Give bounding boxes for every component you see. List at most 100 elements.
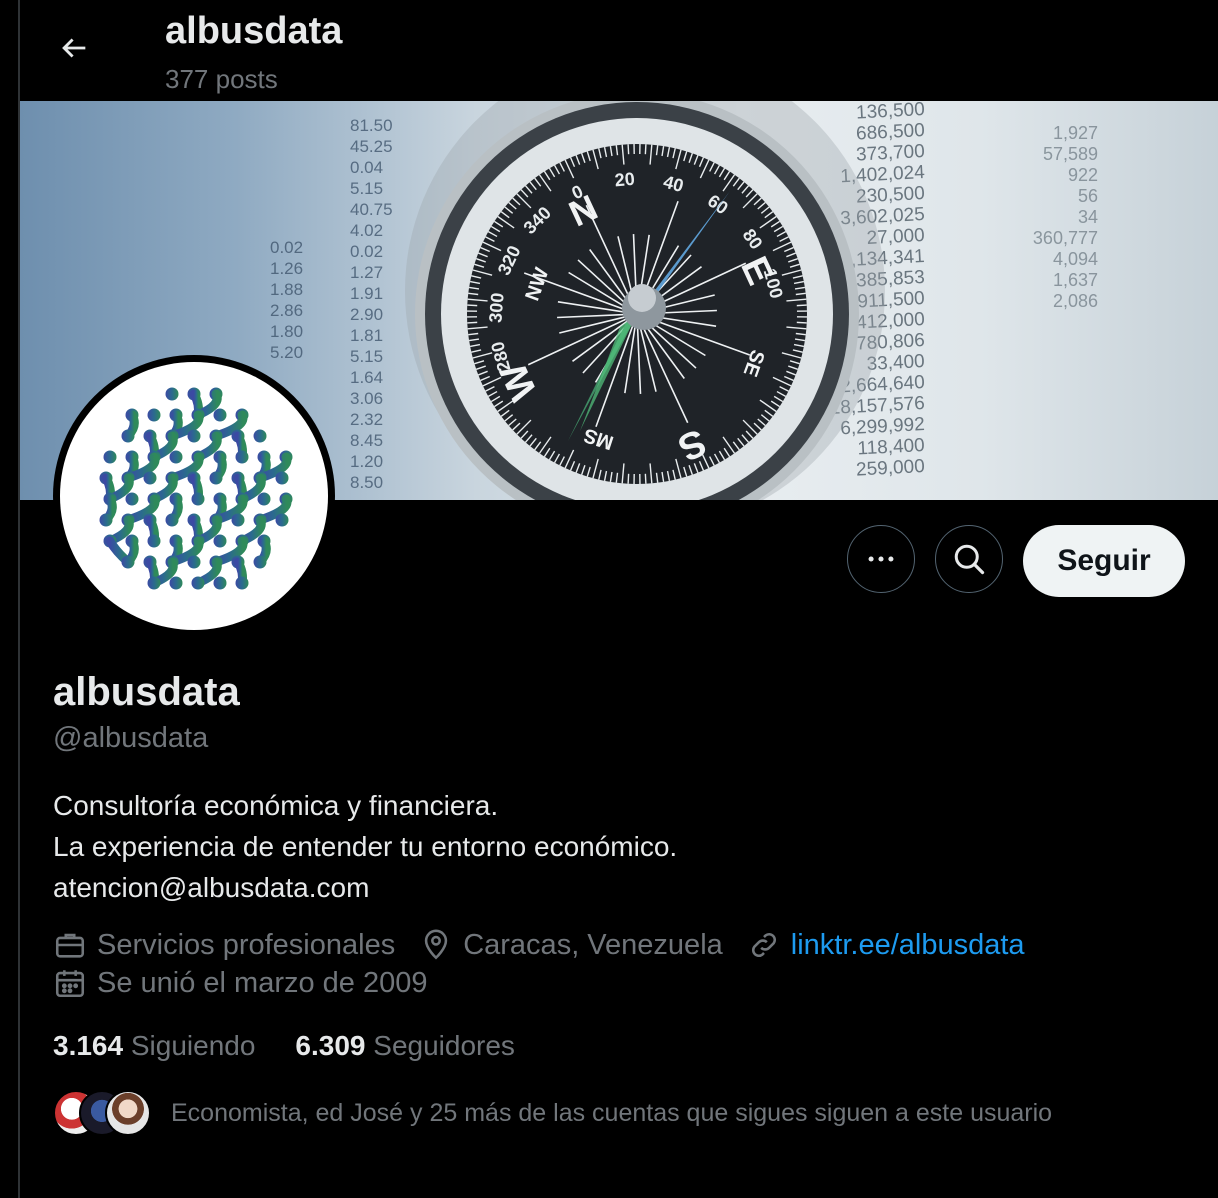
- banner-number: 1.81: [350, 326, 383, 345]
- network-node: [209, 471, 223, 485]
- banner-number: 1.91: [350, 284, 383, 303]
- calendar-icon: [55, 970, 85, 998]
- network-node: [121, 555, 135, 569]
- banner-number: 20: [614, 169, 636, 191]
- dial-tick: [796, 321, 807, 324]
- joined-item: Se unió el marzo de 2009: [53, 966, 428, 1000]
- bio-line: atencion@albusdata.com: [53, 872, 370, 903]
- arrow-left-icon: [62, 38, 86, 58]
- network-node: [147, 534, 161, 548]
- banner-number: 300: [485, 292, 508, 324]
- ellipsis-icon: [868, 556, 894, 562]
- network-node: [253, 555, 267, 569]
- location-text: Caracas, Venezuela: [463, 928, 723, 961]
- banner-number: 1.26: [270, 259, 303, 278]
- dial-tick: [467, 321, 478, 324]
- dial-tick: [644, 473, 647, 484]
- dial-tick: [627, 473, 630, 484]
- dial-tick: [796, 304, 807, 307]
- profile-stats: 3.164 Siguiendo 6.309 Seguidores: [53, 1030, 555, 1062]
- location-pin-icon: [425, 929, 448, 960]
- network-node: [191, 576, 205, 590]
- follow-button[interactable]: Seguir: [1023, 525, 1185, 597]
- network-node: [275, 513, 289, 527]
- banner-number: 5.20: [270, 343, 303, 362]
- profile-name: albusdata: [53, 670, 240, 714]
- banner-number: 1.88: [270, 280, 303, 299]
- joined-text: Se unió el marzo de 2009: [97, 966, 428, 999]
- network-node: [253, 429, 267, 443]
- banner-number: 40.75: [350, 200, 393, 219]
- profile-meta: Servicios profesionales Caracas, Venezue…: [53, 928, 1049, 962]
- more-options-button[interactable]: [847, 525, 915, 593]
- banner-number: 56: [1078, 186, 1098, 206]
- banner-number: 8.45: [350, 431, 383, 450]
- banner-number: 1.64: [350, 368, 383, 387]
- network-node: [187, 555, 201, 569]
- network-node: [103, 450, 117, 464]
- website-link[interactable]: linktr.ee/albusdata: [791, 929, 1025, 962]
- network-node: [231, 513, 245, 527]
- banner-number: 4.02: [350, 221, 383, 240]
- banner-number: 0.02: [350, 242, 383, 261]
- banner-number: 3.06: [350, 389, 383, 408]
- network-node: [191, 492, 205, 506]
- following-link[interactable]: 3.164 Siguiendo: [53, 1030, 255, 1062]
- network-node: [147, 576, 161, 590]
- briefcase-icon: [55, 933, 85, 958]
- link-icon: [751, 932, 776, 958]
- header-title: albusdata: [165, 10, 343, 52]
- network-node: [235, 450, 249, 464]
- follower-avatar: [105, 1090, 151, 1136]
- profile-location: Caracas, Venezuela: [419, 928, 723, 962]
- network-node: [165, 513, 179, 527]
- followers-link[interactable]: 6.309 Seguidores: [295, 1030, 515, 1062]
- banner-number: 81.50: [350, 116, 393, 135]
- banner-number: 5.15: [350, 179, 383, 198]
- network-node: [121, 429, 135, 443]
- banner-number: 5.15: [350, 347, 383, 366]
- network-node: [147, 408, 161, 422]
- banner-number: 922: [1068, 165, 1098, 185]
- banner-number: 0.04: [350, 158, 383, 177]
- profile-column: albusdata 377 posts 81.50 45.25 0.04 5.15 40…: [18, 0, 1218, 1198]
- followers-label: Seguidores: [373, 1030, 515, 1061]
- banner-number: 2.86: [270, 301, 303, 320]
- followers-count: 6.309: [295, 1030, 366, 1061]
- network-node: [99, 513, 113, 527]
- banner-number: 57,589: [1043, 144, 1098, 164]
- banner-number: 1.20: [350, 452, 383, 471]
- avatar-logo: [60, 362, 328, 630]
- network-node: [187, 429, 201, 443]
- banner-number: 2.90: [350, 305, 383, 324]
- profile-bio: Consultoría económica y financiera. La e…: [53, 785, 677, 908]
- profile-handle: @albusdata: [53, 722, 209, 754]
- banner-number: 2.32: [350, 410, 383, 429]
- following-label: Siguiendo: [130, 1030, 256, 1061]
- banner-number: 8.50: [350, 473, 383, 492]
- banner-number: 1.27: [350, 263, 383, 282]
- banner-number: 360,777: [1033, 228, 1098, 248]
- profile-website: linktr.ee/albusdata: [747, 928, 1025, 962]
- profile-joined: Se unió el marzo de 2009: [53, 966, 452, 1000]
- follower-avatars: [53, 1090, 153, 1136]
- banner-number: 45.25: [350, 137, 393, 156]
- bio-line: Consultoría económica y financiera.: [53, 790, 499, 821]
- following-count: 3.164: [53, 1030, 124, 1061]
- top-bar: albusdata 377 posts: [20, 0, 1218, 101]
- network-node: [235, 576, 249, 590]
- banner-number: 1.80: [270, 322, 303, 341]
- back-button[interactable]: [48, 22, 100, 74]
- bio-line: La experiencia de entender tu entorno ec…: [53, 831, 678, 862]
- network-node: [275, 471, 289, 485]
- category-text: Servicios profesionales: [97, 928, 396, 961]
- network-node: [213, 576, 227, 590]
- network-node: [169, 450, 183, 464]
- banner-number: 2,086: [1053, 291, 1098, 311]
- avatar[interactable]: [53, 355, 335, 637]
- network-node: [125, 492, 139, 506]
- search-profile-button[interactable]: [935, 525, 1003, 593]
- posts-count: 377 posts: [165, 64, 278, 94]
- banner-number: 1,927: [1053, 123, 1098, 143]
- followers-you-know[interactable]: Economista, ed José y 25 más de las cuen…: [53, 1090, 1052, 1136]
